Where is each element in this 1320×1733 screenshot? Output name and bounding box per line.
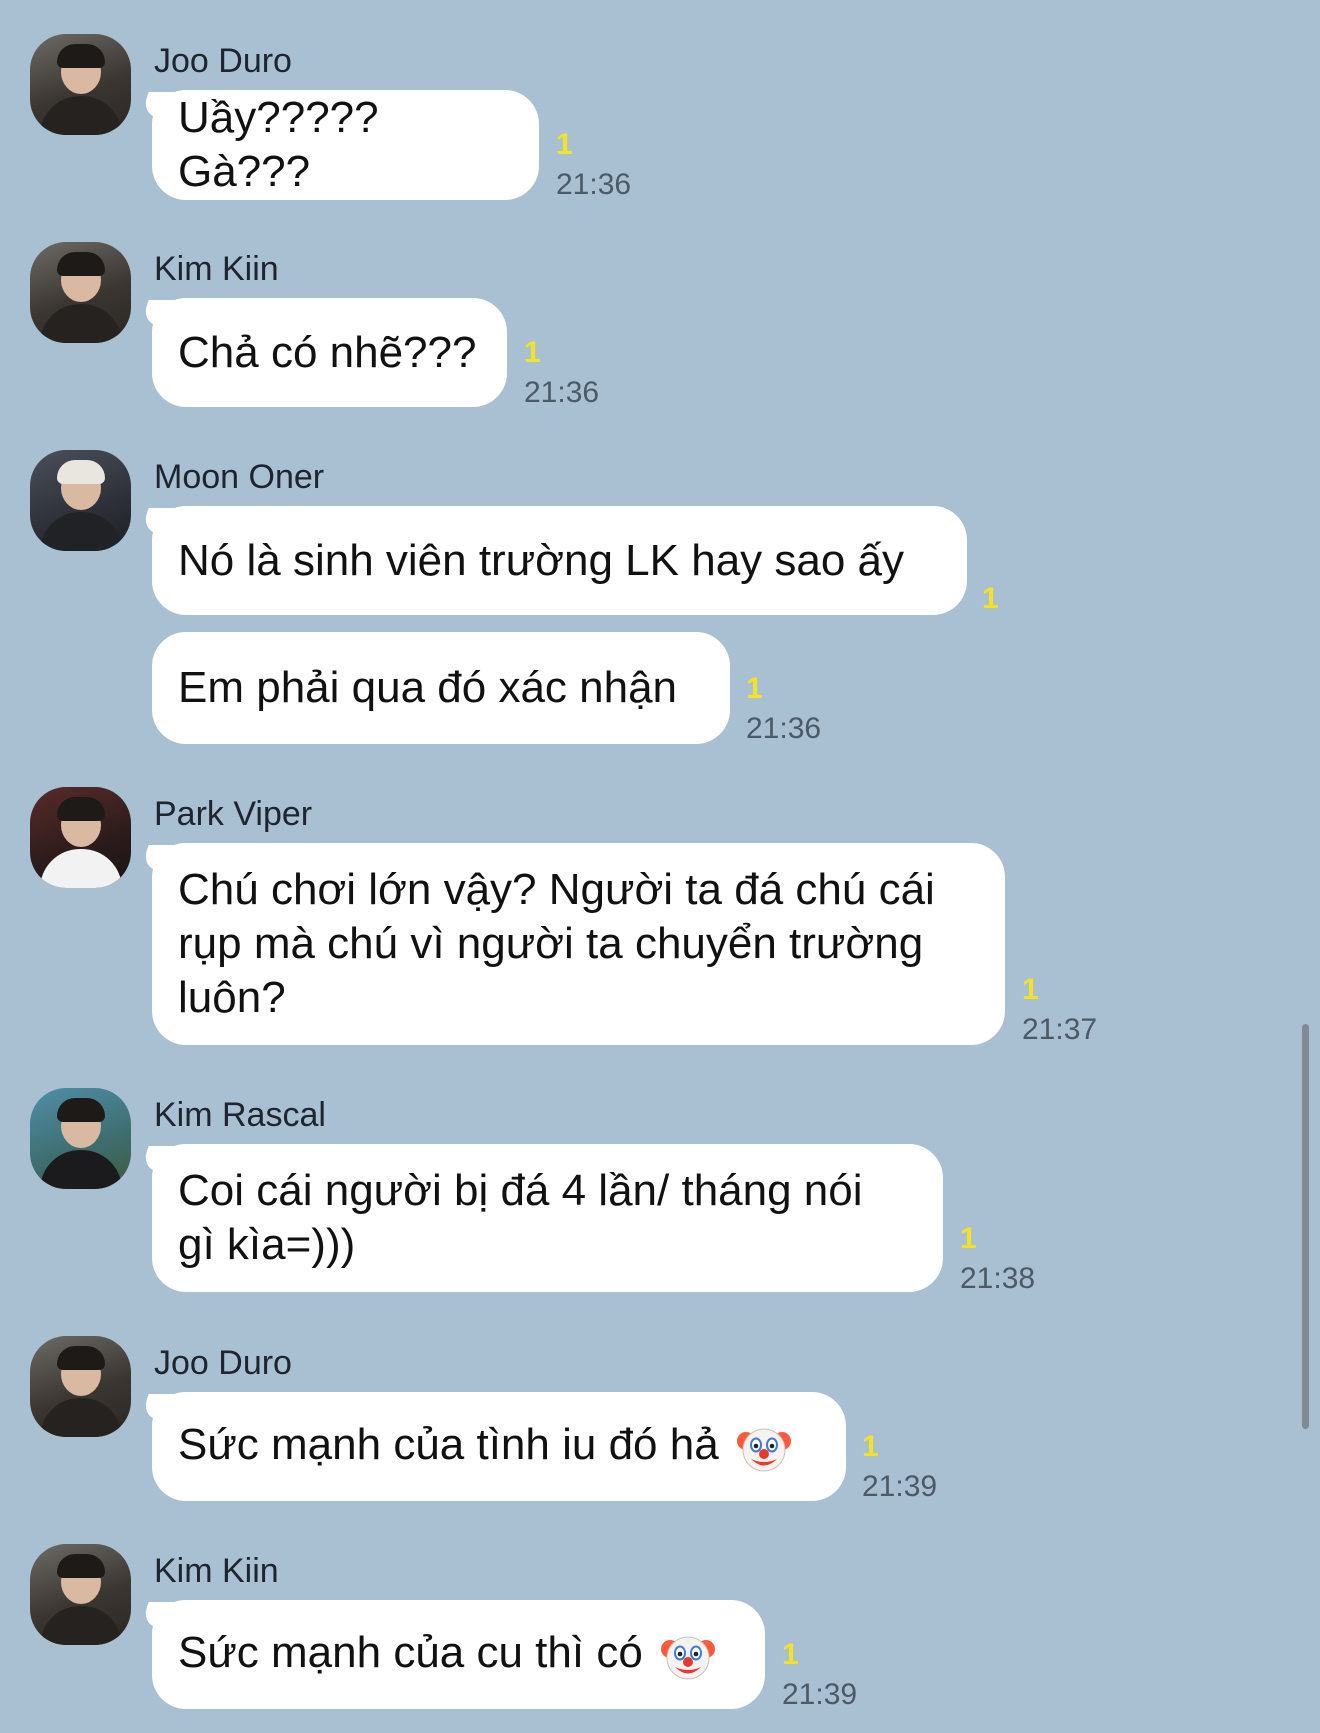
message-bubble[interactable]: Em phải qua đó xác nhận — [152, 632, 730, 744]
clown-face-emoji-icon — [661, 1636, 716, 1680]
message-bubble[interactable]: Sức mạnh của cu thì có — [152, 1600, 765, 1709]
message-group: Park Viper Chú chơi lớn vậy? Người ta đá… — [0, 787, 1300, 1057]
avatar-park-viper[interactable] — [30, 787, 131, 888]
message-group: Joo Duro Uầy????? Gà??? 1 21:36 — [0, 34, 1300, 214]
message-time: 21:36 — [746, 712, 822, 745]
avatar-moon-oner[interactable] — [30, 450, 131, 551]
message-bubble[interactable]: Coi cái người bị đá 4 lần/ tháng nói gì … — [152, 1144, 943, 1292]
message-text: Chú chơi lớn vậy? Người ta đá chú cái rụ… — [178, 865, 935, 1022]
message-group: Moon Oner Nó là sinh viên trường LK hay … — [0, 450, 1300, 750]
message-text: Sức mạnh của cu thì có — [178, 1626, 716, 1682]
message-time: 21:38 — [960, 1262, 1036, 1295]
message-group: Kim Kiin Chả có nhẽ??? 1 21:36 — [0, 242, 1300, 422]
avatar-kim-kiin[interactable] — [30, 1544, 131, 1645]
unread-count: 1 — [1022, 973, 1039, 1006]
avatar-joo-duro[interactable] — [30, 1336, 131, 1437]
unread-count: 1 — [556, 128, 573, 161]
unread-count: 1 — [782, 1638, 799, 1671]
unread-count: 1 — [862, 1430, 879, 1463]
sender-name: Joo Duro — [154, 1344, 292, 1382]
message-time: 21:36 — [556, 168, 632, 201]
message-text: Coi cái người bị đá 4 lần/ tháng nói gì … — [178, 1166, 863, 1269]
avatar-joo-duro[interactable] — [30, 34, 131, 135]
message-text: Chả có nhẽ??? — [178, 327, 477, 377]
message-group: Kim Kiin Sức mạnh của cu thì có 1 21:39 — [0, 1544, 1300, 1733]
sender-name: Kim Kiin — [154, 250, 279, 288]
unread-count: 1 — [960, 1222, 977, 1255]
unread-count: 1 — [524, 336, 541, 369]
message-bubble[interactable]: Nó là sinh viên trường LK hay sao ấy — [152, 506, 967, 615]
sender-name: Park Viper — [154, 795, 313, 833]
message-text: Em phải qua đó xác nhận — [178, 663, 678, 712]
message-time: 21:37 — [1022, 1013, 1098, 1046]
sender-name: Kim Rascal — [154, 1096, 326, 1134]
message-text: Nó là sinh viên trường LK hay sao ấy — [178, 535, 905, 585]
message-bubble[interactable]: Chú chơi lớn vậy? Người ta đá chú cái rụ… — [152, 843, 1005, 1045]
message-group: Joo Duro Sức mạnh của tình iu đó hả 1 21… — [0, 1336, 1300, 1516]
message-text: Uầy????? Gà??? — [178, 93, 391, 196]
sender-name: Moon Oner — [154, 458, 325, 496]
avatar-kim-kiin[interactable] — [30, 242, 131, 343]
unread-count: 1 — [982, 582, 999, 615]
message-group: Kim Rascal Coi cái người bị đá 4 lần/ th… — [0, 1088, 1300, 1318]
message-time: 21:39 — [782, 1678, 858, 1711]
scrollbar[interactable] — [1302, 1024, 1309, 1429]
avatar-kim-rascal[interactable] — [30, 1088, 131, 1189]
message-bubble[interactable]: Uầy????? Gà??? — [152, 90, 539, 200]
message-bubble[interactable]: Sức mạnh của tình iu đó hả — [152, 1392, 846, 1501]
message-bubble[interactable]: Chả có nhẽ??? — [152, 298, 507, 407]
clown-face-emoji-icon — [736, 1428, 791, 1472]
message-text: Sức mạnh của tình iu đó hả — [178, 1418, 791, 1474]
message-time: 21:39 — [862, 1470, 938, 1503]
sender-name: Kim Kiin — [154, 1552, 279, 1590]
message-time: 21:36 — [524, 376, 600, 409]
chat-room: Joo Duro Uầy????? Gà??? 1 21:36 Kim Kiin… — [0, 0, 1320, 1733]
unread-count: 1 — [746, 672, 763, 705]
sender-name: Joo Duro — [154, 42, 292, 80]
